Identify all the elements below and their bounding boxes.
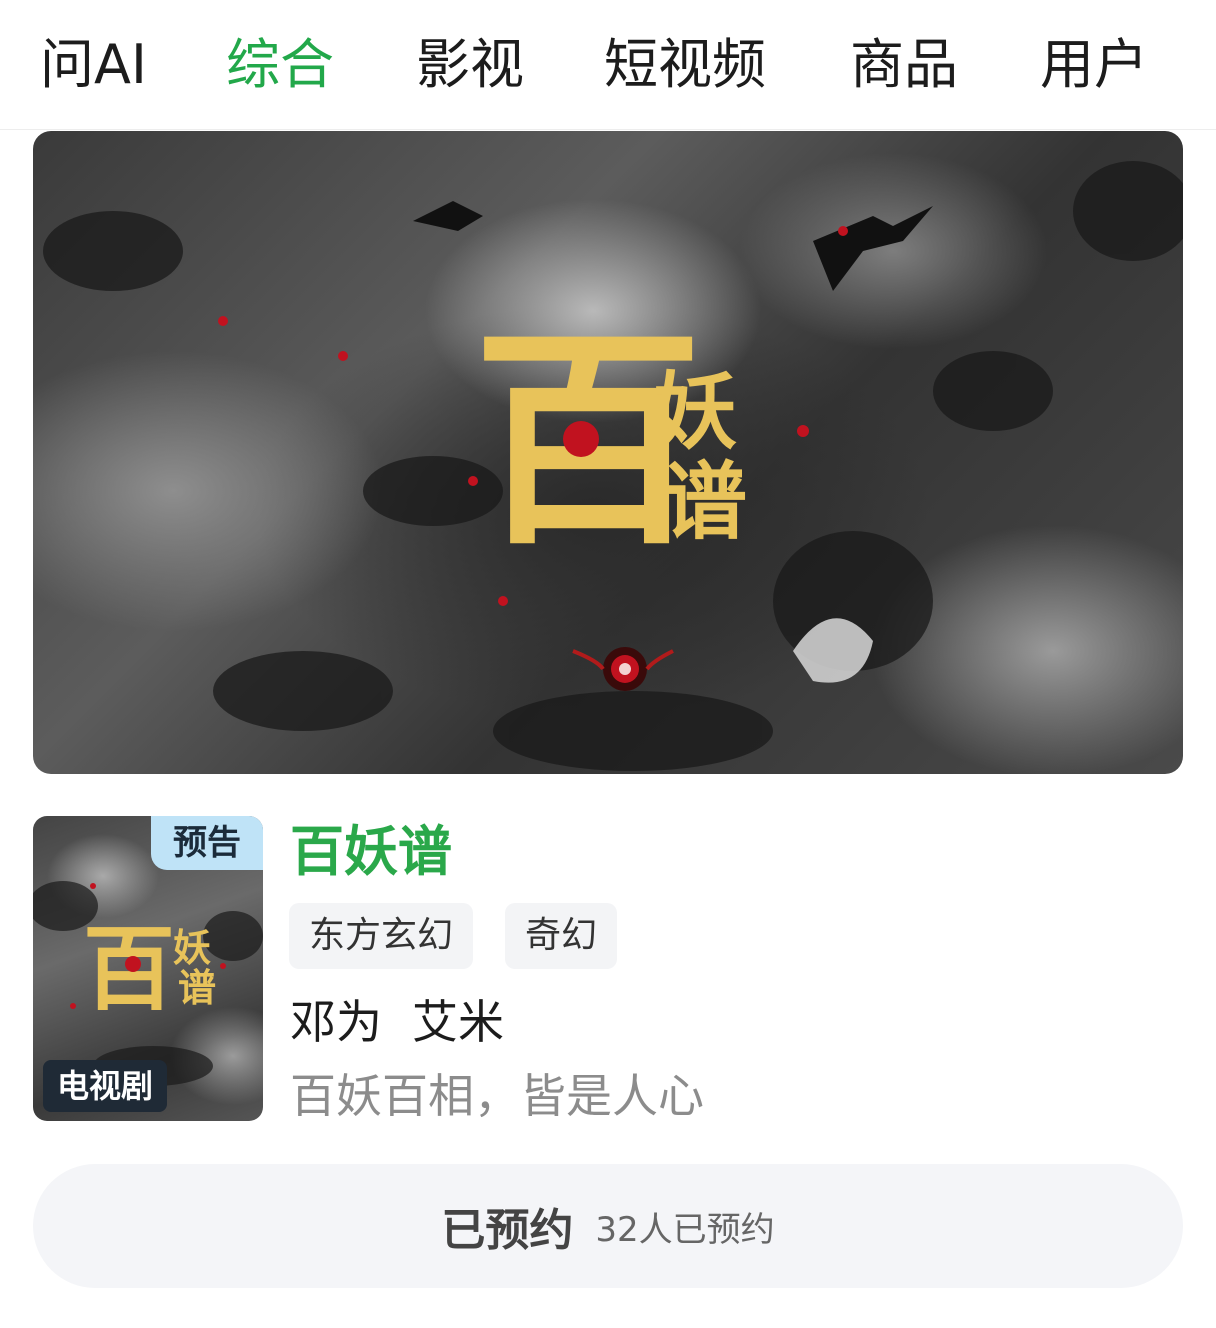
banner-title-yao: 妖 — [653, 367, 737, 460]
banner-image[interactable]: 百 妖 谱 — [33, 131, 1183, 774]
reserve-count: 32人已预约 — [595, 1209, 775, 1250]
poster-title-pu: 谱 — [178, 968, 216, 1010]
poster-thumbnail[interactable]: 百 妖 谱 预告 电视剧 — [33, 816, 263, 1121]
tab-ask-ai[interactable]: 问AI — [40, 30, 147, 100]
tab-products[interactable]: 商品 — [850, 30, 958, 100]
show-title[interactable]: 百妖谱 — [290, 820, 452, 884]
cast-member[interactable]: 艾米 — [412, 995, 504, 1049]
top-tab-bar: 问AI 综合 影视 短视频 商品 用户 — [0, 0, 1216, 130]
tab-users[interactable]: 用户 — [1040, 30, 1148, 100]
tab-film-tv[interactable]: 影视 — [416, 30, 524, 100]
banner-art: 百 妖 谱 — [43, 161, 1183, 771]
cast-member[interactable]: 邓为 — [290, 995, 382, 1049]
reserve-label: 已预约 — [441, 1205, 574, 1256]
tab-general[interactable]: 综合 — [226, 30, 334, 100]
genre-tag[interactable]: 东方玄幻 — [289, 903, 474, 969]
reserve-button[interactable]: 已预约 32人已预约 — [33, 1164, 1183, 1288]
poster-title-yao: 妖 — [173, 928, 211, 970]
show-tagline: 百妖百相，皆是人心 — [290, 1069, 704, 1123]
tv-series-badge: 电视剧 — [43, 1060, 168, 1112]
trailer-badge: 预告 — [151, 816, 263, 870]
tab-short-video[interactable]: 短视频 — [604, 30, 766, 100]
genre-tag[interactable]: 奇幻 — [505, 903, 618, 969]
banner-title-pu: 谱 — [663, 457, 747, 550]
cast-list: 邓为 艾米 — [290, 992, 504, 1052]
